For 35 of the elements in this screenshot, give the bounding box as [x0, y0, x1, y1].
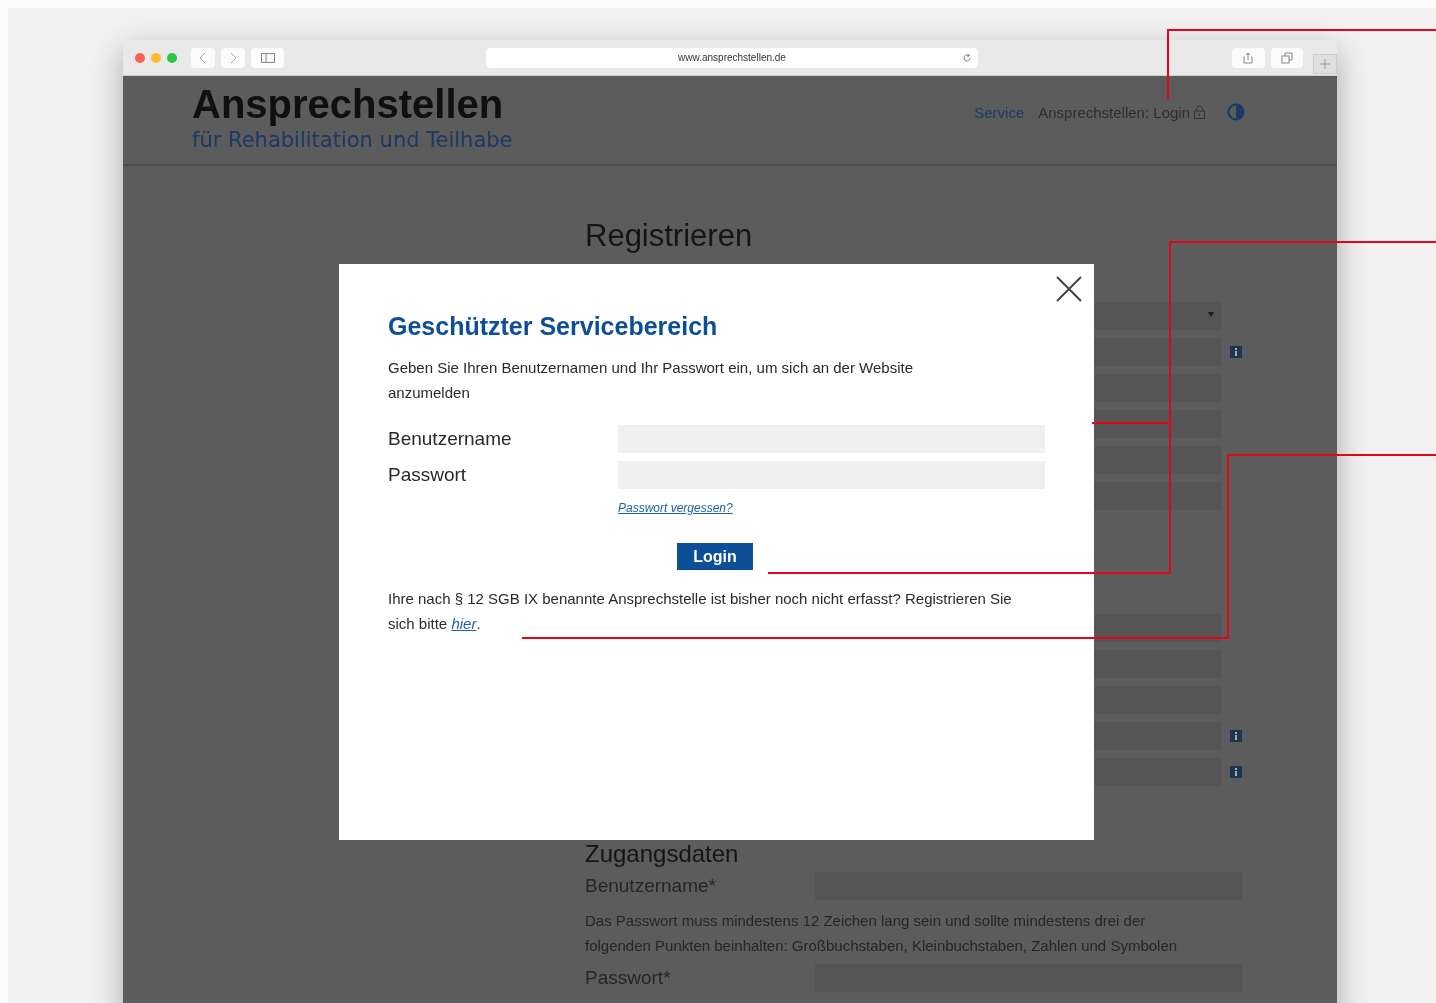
caret-icon [1208, 312, 1214, 317]
field-label: Passwort [388, 464, 468, 486]
page-title: Registrieren [585, 218, 754, 254]
field-label: Benutzername [388, 428, 513, 450]
login-button[interactable]: Login [677, 543, 753, 570]
info-icon[interactable] [1230, 766, 1242, 778]
close-window-dot[interactable] [135, 52, 145, 63]
new-tab-button[interactable] [1313, 53, 1337, 74]
share-icon [1243, 51, 1254, 64]
sidebar-icon [260, 52, 275, 63]
chevron-right-icon [228, 51, 237, 64]
info-icon[interactable] [1230, 346, 1242, 358]
contrast-icon[interactable] [1227, 103, 1245, 121]
tabs-button[interactable] [1271, 47, 1303, 68]
tabs-icon [1281, 51, 1294, 64]
site-subtitle: für Rehabilitation und Teilhabe [192, 127, 513, 154]
register-link[interactable]: hier [451, 615, 477, 632]
reload-icon[interactable] [961, 52, 972, 63]
plus-icon [1320, 58, 1330, 69]
info-icon[interactable] [1230, 730, 1242, 742]
section-title: Zugangsdaten [585, 840, 740, 868]
zoom-window-dot[interactable] [166, 52, 177, 63]
close-button[interactable] [1054, 274, 1084, 304]
dialog-title: Geschützter Servicebereich [388, 312, 719, 341]
sidebar-button[interactable] [250, 47, 285, 68]
address-bar[interactable]: www.ansprechstellen.de [486, 47, 978, 68]
dialog-intro: Geben Sie Ihren Benutzernamen und Ihr Passwort ein, um sich an der Website anzumelden [388, 358, 914, 403]
minimize-window-dot[interactable] [150, 52, 161, 63]
forward-button[interactable] [220, 47, 245, 68]
register-text: Ihre nach § 12 SGB IX benannte Ansprechstelle ist bisher noch nicht erfasst? Registrieren Sie sich bitte hier. [388, 589, 1013, 634]
share-button[interactable] [1231, 47, 1266, 68]
lock-icon [1194, 105, 1205, 119]
forgot-password-link[interactable]: Passwort vergessen? [618, 501, 733, 515]
back-button[interactable] [190, 47, 215, 68]
chevron-left-icon [198, 51, 207, 64]
